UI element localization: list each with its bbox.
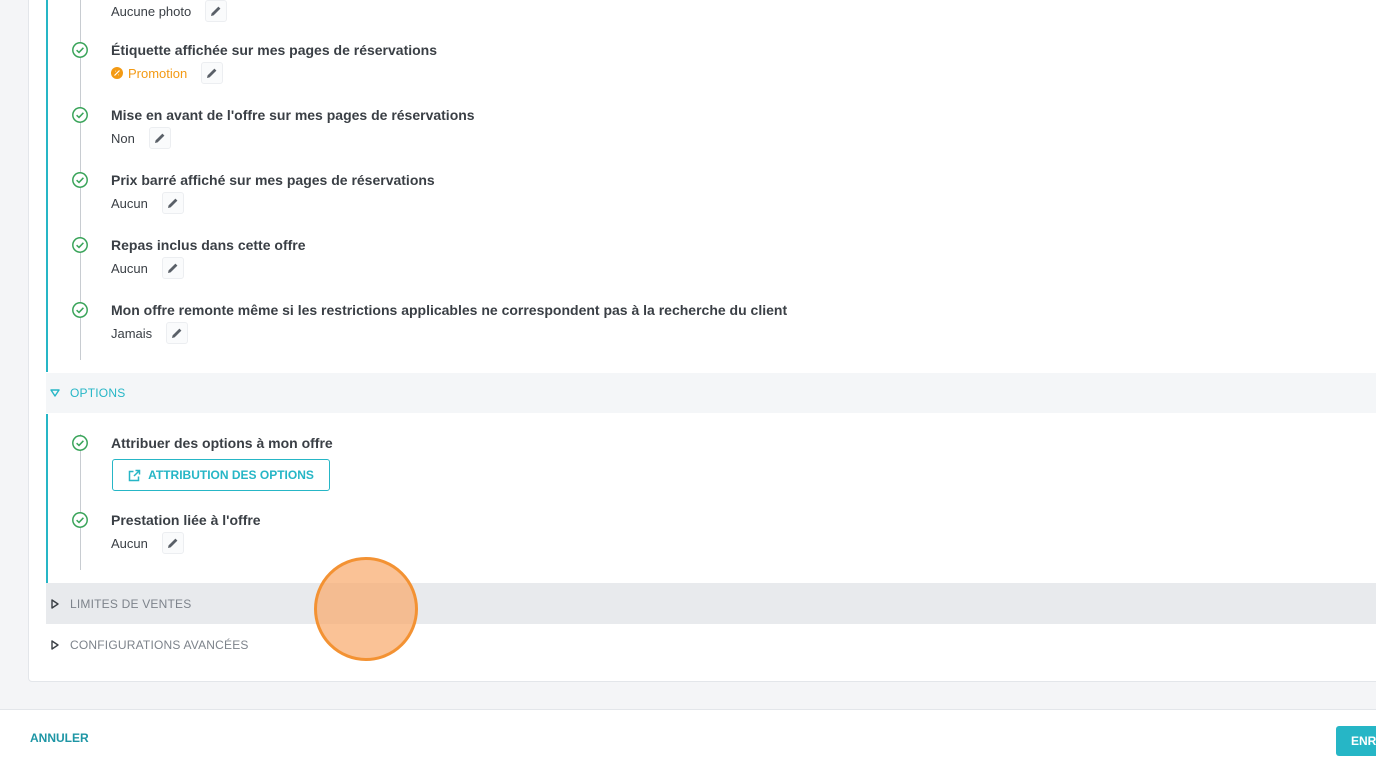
restrictions-value: Jamais: [111, 325, 153, 341]
check-circle-icon: [71, 106, 89, 124]
check-circle-icon: [71, 511, 89, 529]
restrictions-value-row: Jamais: [111, 322, 189, 344]
advanced-config-section-label: CONFIGURATIONS AVANCÉES: [70, 638, 249, 652]
strike-price-field-title: Prix barré affiché sur mes pages de rése…: [111, 172, 435, 188]
click-indicator: [314, 557, 418, 661]
pencil-icon: [211, 6, 221, 16]
highlight-value: Non: [111, 130, 135, 146]
photo-value: Aucune photo: [111, 3, 192, 19]
edit-label-button[interactable]: [201, 62, 224, 84]
pencil-icon: [154, 133, 165, 143]
details-accent-bar: [46, 0, 48, 372]
label-value-row: Promotion: [111, 62, 224, 84]
save-button[interactable]: ENR: [1336, 726, 1376, 756]
triangle-down-icon: [50, 389, 60, 397]
edit-meals-button[interactable]: [161, 257, 184, 279]
pencil-icon: [167, 198, 178, 208]
restrictions-field-title: Mon offre remonte même si les restrictio…: [111, 302, 788, 318]
options-section-header[interactable]: OPTIONS: [46, 373, 1376, 413]
advanced-config-section-header[interactable]: CONFIGURATIONS AVANCÉES: [46, 625, 1376, 665]
options-section-label: OPTIONS: [70, 386, 126, 400]
strike-price-value-row: Aucun: [111, 192, 184, 214]
highlight-field-title: Mise en avant de l'offre sur mes pages d…: [111, 107, 475, 123]
meals-value-row: Aucun: [111, 257, 184, 279]
strike-price-value: Aucun: [111, 195, 148, 211]
check-circle-icon: [71, 236, 89, 254]
meals-value: Aucun: [111, 260, 148, 276]
options-timeline: [80, 434, 81, 570]
linked-service-value: Aucun: [111, 535, 148, 551]
check-circle-icon: [71, 434, 89, 452]
check-circle-icon: [71, 301, 89, 319]
assign-options-button[interactable]: ATTRIBUTION DES OPTIONS: [112, 459, 330, 491]
label-field-title: Étiquette affichée sur mes pages de rése…: [111, 42, 438, 58]
edit-linked-service-button[interactable]: [161, 532, 184, 554]
form-footer: ANNULER ENR: [0, 709, 1376, 771]
assign-options-button-label: ATTRIBUTION DES OPTIONS: [148, 468, 314, 482]
meals-field-title: Repas inclus dans cette offre: [111, 237, 306, 253]
edit-highlight-button[interactable]: [148, 127, 171, 149]
promotion-icon: [111, 67, 123, 79]
offer-form-card: [28, 0, 1376, 682]
assign-options-title: Attribuer des options à mon offre: [111, 435, 333, 451]
edit-photo-button[interactable]: [205, 0, 228, 22]
triangle-right-icon: [51, 640, 59, 650]
pencil-icon: [172, 328, 182, 338]
triangle-right-icon: [51, 598, 59, 609]
highlight-value-row: Non: [111, 127, 171, 149]
edit-strike-price-button[interactable]: [161, 192, 184, 214]
pencil-icon: [207, 68, 217, 78]
linked-service-value-row: Aucun: [111, 532, 184, 554]
sales-limits-section-label: LIMITES DE VENTES: [70, 596, 192, 611]
edit-restrictions-button[interactable]: [166, 322, 189, 344]
photo-value-row: Aucune photo: [111, 0, 228, 22]
linked-service-title: Prestation liée à l'offre: [111, 512, 261, 528]
external-link-icon: [128, 469, 141, 481]
check-circle-icon: [71, 41, 89, 59]
cancel-button[interactable]: ANNULER: [30, 731, 89, 745]
sales-limits-section-header[interactable]: LIMITES DE VENTES: [46, 583, 1376, 624]
pencil-icon: [167, 538, 178, 548]
pencil-icon: [167, 263, 178, 273]
promotion-value: Promotion: [128, 65, 188, 81]
check-circle-icon: [71, 171, 89, 189]
options-accent-bar: [46, 414, 48, 583]
